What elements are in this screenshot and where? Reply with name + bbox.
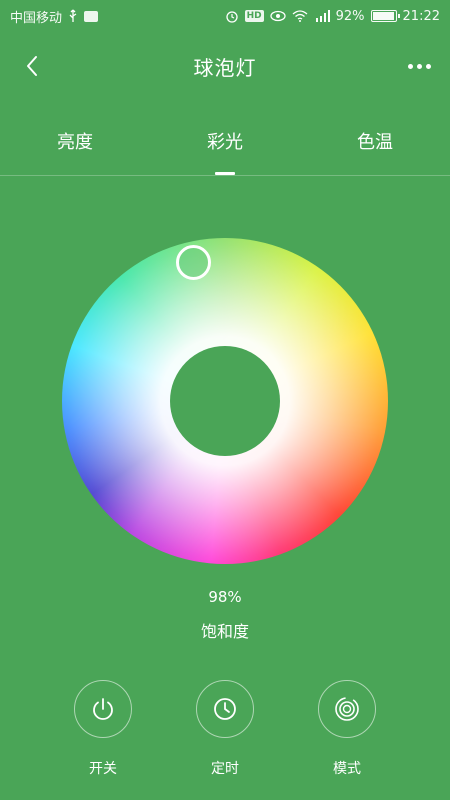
saturation-label: 饱和度 xyxy=(200,622,249,641)
status-left: 中国移动 xyxy=(10,7,99,26)
tab-bar: 亮度 彩光 色温 xyxy=(0,118,450,176)
carrier-name: 中国移动 xyxy=(10,10,63,26)
title-bar: 球泡灯 xyxy=(0,40,450,92)
usb-icon xyxy=(68,9,78,23)
mode-icon xyxy=(335,697,359,721)
alarm-icon xyxy=(225,9,239,23)
saturation-value: 98% xyxy=(208,588,242,606)
timer-label: 定时 xyxy=(211,761,239,777)
more-button[interactable] xyxy=(402,52,436,80)
bottom-controls: 开关 定时 模式 xyxy=(0,680,450,790)
timer-button[interactable] xyxy=(196,680,254,738)
timer-control[interactable]: 定时 xyxy=(185,680,265,778)
chevron-left-icon xyxy=(27,56,37,76)
power-control[interactable]: 开关 xyxy=(63,680,143,778)
more-icon xyxy=(407,63,413,69)
status-bar: 中国移动 HD 92% 21:22 xyxy=(0,0,450,32)
notification-icon xyxy=(84,10,99,22)
power-button[interactable] xyxy=(74,680,132,738)
mode-control[interactable]: 模式 xyxy=(307,680,387,778)
clock-icon xyxy=(214,698,236,720)
tab-color-temperature[interactable]: 色温 xyxy=(300,118,450,175)
more-icon-dot xyxy=(416,63,422,69)
power-icon xyxy=(93,698,113,720)
status-right: HD 92% 21:22 xyxy=(225,9,440,24)
back-button[interactable] xyxy=(18,52,46,80)
tab-color-light[interactable]: 彩光 xyxy=(150,118,300,175)
power-label: 开关 xyxy=(89,761,117,777)
wifi-icon xyxy=(292,10,308,22)
signal-icon xyxy=(314,10,330,22)
page-title: 球泡灯 xyxy=(193,55,257,80)
more-icon-dot xyxy=(425,63,431,69)
battery-icon xyxy=(370,10,400,22)
eye-icon xyxy=(269,10,286,22)
color-wheel-center xyxy=(170,346,280,456)
tab-brightness[interactable]: 亮度 xyxy=(0,118,150,175)
color-picker-handle[interactable] xyxy=(176,245,211,280)
battery-percent: 92% xyxy=(335,8,365,24)
status-time: 21:22 xyxy=(402,8,440,24)
mode-label: 模式 xyxy=(333,761,361,777)
mode-button[interactable] xyxy=(318,680,376,738)
hd-icon: HD xyxy=(244,10,264,22)
